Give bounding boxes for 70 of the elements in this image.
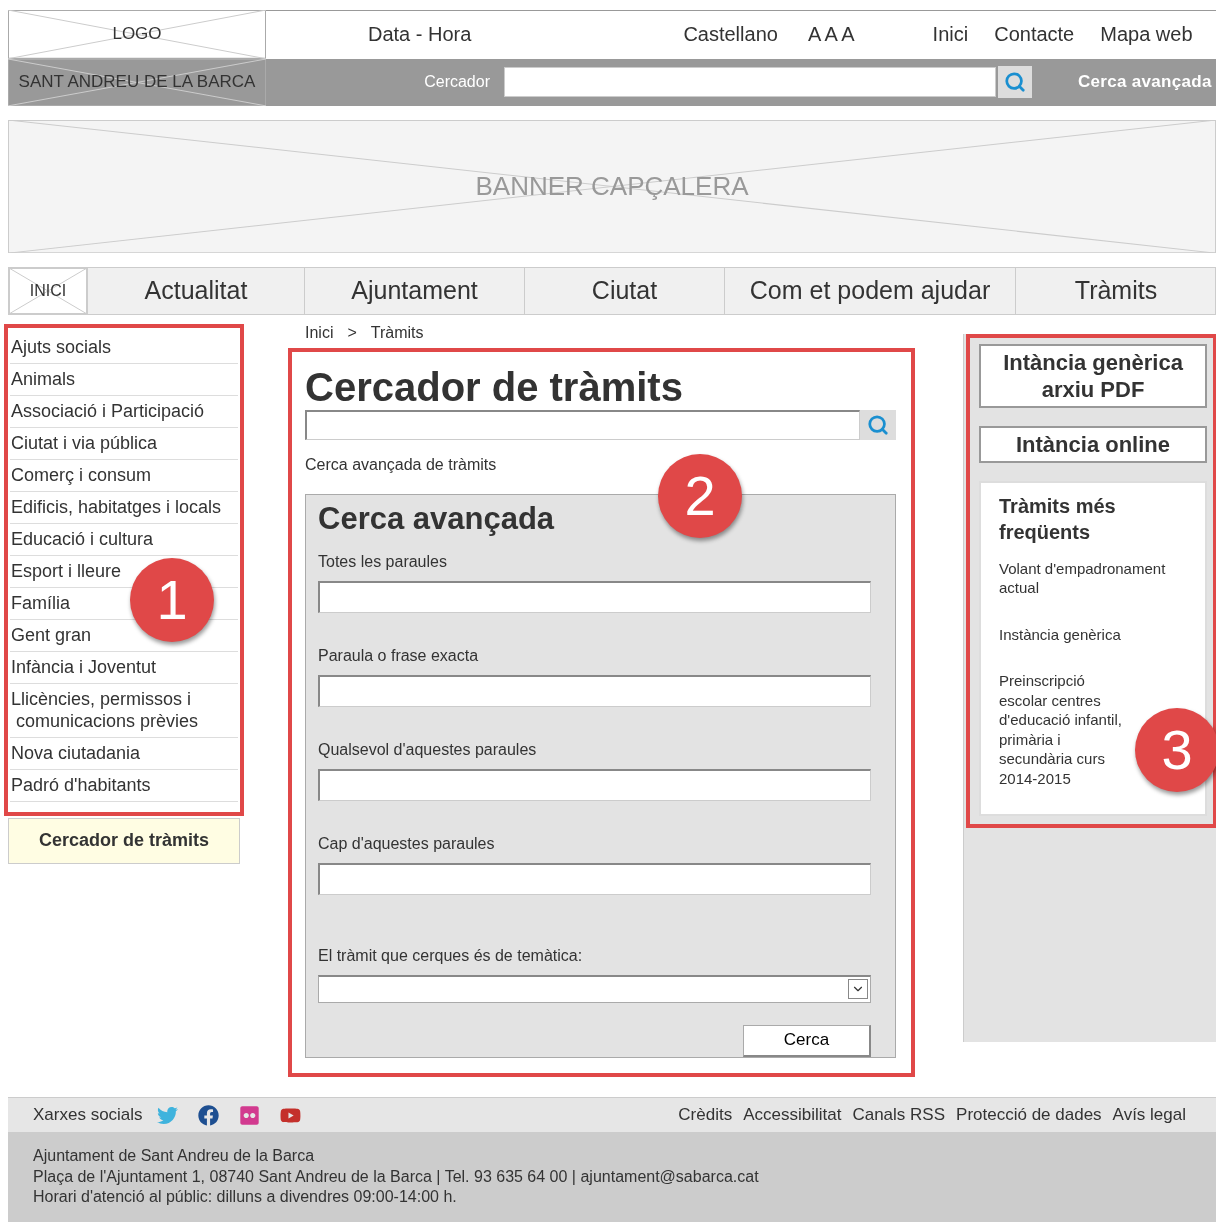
text-field[interactable] xyxy=(318,862,871,895)
language-link[interactable]: Castellano xyxy=(683,23,778,47)
search-submit-button[interactable]: Cerca xyxy=(743,1024,871,1057)
facebook-icon[interactable] xyxy=(197,1104,219,1126)
text-field[interactable] xyxy=(318,768,871,801)
card-title: Tràmits més freqüents xyxy=(999,493,1117,545)
breadcrumb-separator: > xyxy=(347,323,357,342)
date-time: Data - Hora xyxy=(368,23,472,47)
nav-tab[interactable]: Ajuntament xyxy=(304,267,524,314)
category-link[interactable]: Llicències, permissos i comunicacions prèvies xyxy=(10,683,238,738)
breadcrumb-link[interactable]: Tràmits xyxy=(370,323,424,342)
category-link[interactable]: Associació i Participació xyxy=(10,395,238,428)
footer-address-line: Horari d'atenció al públic: dilluns a divendres 09:00-14:00 h. xyxy=(33,1187,458,1208)
footer-link[interactable]: Accessibilitat xyxy=(743,1105,842,1126)
logo-text: LOGO xyxy=(112,24,162,45)
procedure-link[interactable]: Volant d'empadronament actual xyxy=(999,558,1179,598)
page-title: Cercador de tràmits xyxy=(305,363,684,410)
breadcrumb-link[interactable]: Inici xyxy=(305,323,334,342)
search-button[interactable] xyxy=(998,66,1032,99)
category-link[interactable]: Nova ciutadania xyxy=(10,737,238,770)
nav-tab[interactable]: Ciutat xyxy=(524,267,724,314)
category-link[interactable]: Animals xyxy=(10,363,238,396)
nav-tab[interactable]: Tràmits xyxy=(1015,267,1216,314)
banner-label: BANNER CAPÇALERA xyxy=(475,170,749,202)
procedure-link[interactable]: Instància genèrica xyxy=(999,624,1179,645)
header-link[interactable]: Inici xyxy=(932,23,969,47)
form-button[interactable]: Intància genèrica arxiu PDF xyxy=(979,343,1207,408)
text-size-link[interactable]: A A A xyxy=(807,23,855,47)
category-link[interactable]: Comerç i consum xyxy=(10,459,238,492)
field-label: Paraula o frase exacta xyxy=(318,646,480,665)
header-link[interactable]: Contacte xyxy=(994,23,1075,47)
nav-tab[interactable]: Com et podem ajudar xyxy=(724,267,1015,314)
site-name: SANT ANDREU DE LA BARCA xyxy=(18,72,256,93)
search-icon xyxy=(1004,71,1026,94)
dropdown-field[interactable] xyxy=(318,974,871,1003)
category-link[interactable]: Educació i cultura xyxy=(10,523,238,556)
text-field[interactable] xyxy=(318,674,871,707)
annotation-marker: 1 xyxy=(130,557,214,642)
field-label: Cap d'aquestes paraules xyxy=(318,834,496,853)
footer-link[interactable]: Crèdits xyxy=(678,1105,733,1126)
bird-icon[interactable] xyxy=(156,1104,178,1126)
field-label: El tràmit que cerques és de temàtica: xyxy=(318,946,584,965)
header-link[interactable]: Mapa web xyxy=(1100,23,1193,47)
search-field[interactable] xyxy=(305,409,860,440)
home-link[interactable]: INICI xyxy=(29,281,67,300)
category-link[interactable]: Ciutat i via pública xyxy=(10,427,238,460)
nav-tab[interactable]: Actualitat xyxy=(87,267,304,314)
text-field[interactable] xyxy=(318,580,871,613)
search-button[interactable] xyxy=(860,409,896,440)
footer-address-line: Ajuntament de Sant Andreu de la Barca xyxy=(33,1146,316,1167)
procedure-link[interactable]: Preinscripció escolar centres d'educació infantil, primària i secundària curs 2014-2015 xyxy=(999,671,1135,789)
footer-address-line: Plaça de l'Ajuntament 1, 08740 Sant Andreu de la Barca | Tel. 93 635 64 00 | ajuntament@sabarca.cat xyxy=(33,1167,760,1187)
annotation-marker: 2 xyxy=(658,453,742,538)
social-label: Xarxes socials xyxy=(33,1105,143,1126)
search-label: Cercador xyxy=(423,73,490,92)
panel-title: Cerca avançada xyxy=(318,500,556,537)
category-link[interactable]: Padró d'habitants xyxy=(10,769,238,802)
field-label: Totes les paraules xyxy=(318,552,448,571)
procedure-search-button[interactable]: Cercador de tràmits xyxy=(8,817,240,864)
dots-icon[interactable] xyxy=(238,1104,260,1126)
footer-link[interactable]: Protecció de dades xyxy=(956,1105,1102,1126)
form-button[interactable]: Intància online xyxy=(979,425,1207,463)
footer-link[interactable]: Canals RSS xyxy=(852,1105,946,1126)
category-link[interactable]: Infància i Joventut xyxy=(10,651,238,684)
category-link[interactable]: Ajuts socials xyxy=(10,331,238,364)
footer-link[interactable]: Avís legal xyxy=(1112,1105,1186,1126)
search-field[interactable] xyxy=(504,67,996,98)
field-label: Qualsevol d'aquestes paraules xyxy=(318,740,538,759)
category-link[interactable]: Edificis, habitatges i locals xyxy=(10,491,238,524)
search-icon xyxy=(867,413,889,436)
